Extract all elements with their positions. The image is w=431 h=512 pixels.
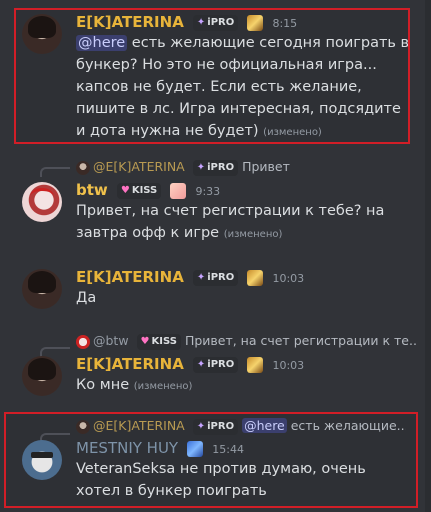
author-name[interactable]: E[K]ATERINA bbox=[76, 268, 184, 286]
timestamp: 9:33 bbox=[195, 185, 221, 198]
role-badge[interactable]: ♥ KISS bbox=[116, 182, 162, 199]
author-name[interactable]: MESTNIY HUY bbox=[76, 439, 178, 457]
edited-label: (изменено) bbox=[223, 229, 283, 240]
wand-icon: ✦ bbox=[196, 161, 206, 173]
wand-icon: ✦ bbox=[196, 16, 206, 28]
scrollbar[interactable] bbox=[425, 0, 431, 512]
author-name[interactable]: E[K]ATERINA bbox=[76, 13, 184, 31]
reply-preview[interactable]: @E[K]ATERINA ✦ iPRO Привет bbox=[76, 158, 416, 176]
reply-spine bbox=[40, 167, 70, 177]
avatar[interactable] bbox=[22, 356, 62, 396]
wand-icon: ✦ bbox=[196, 358, 206, 370]
avatar[interactable] bbox=[22, 14, 62, 54]
here-mention[interactable]: @here bbox=[242, 418, 287, 433]
message-text: VeteranSeksa не против думаю, очень хоте… bbox=[76, 461, 366, 499]
timestamp: 10:03 bbox=[272, 272, 305, 285]
avatar[interactable] bbox=[22, 440, 62, 480]
reply-avatar bbox=[76, 334, 90, 349]
avatar[interactable] bbox=[22, 269, 62, 309]
reply-role-badge: ♥ KISS bbox=[136, 333, 181, 350]
timestamp: 15:44 bbox=[212, 443, 244, 456]
author-name[interactable]: E[K]ATERINA bbox=[76, 355, 184, 373]
edited-label: (изменено) bbox=[263, 127, 322, 138]
cat-emoji-icon bbox=[247, 356, 264, 373]
cat-emoji-icon bbox=[247, 14, 264, 31]
cat-emoji-icon bbox=[247, 269, 264, 286]
badge-emoji-icon bbox=[187, 440, 204, 457]
heart-icon: ♥ bbox=[120, 184, 130, 196]
reply-avatar bbox=[76, 419, 90, 434]
kiss-emoji-icon bbox=[170, 182, 187, 199]
author-name[interactable]: btw bbox=[76, 181, 108, 199]
message-text: Да bbox=[76, 290, 97, 306]
wand-icon: ✦ bbox=[196, 271, 206, 283]
message-text: Ко мне (изменено) bbox=[76, 377, 193, 393]
reply-role-badge: ✦ iPRO bbox=[192, 418, 239, 435]
reply-avatar bbox=[76, 160, 90, 175]
here-mention[interactable]: @here bbox=[76, 35, 128, 51]
role-badge[interactable]: ✦ iPRO bbox=[192, 356, 239, 373]
reply-preview[interactable]: @E[K]ATERINA ✦ iPRO @here есть желающие..… bbox=[76, 417, 406, 435]
reply-preview[interactable]: @btw ♥ KISS Привет, на счет регистрации к… bbox=[76, 332, 416, 350]
heart-icon: ♥ bbox=[140, 335, 150, 347]
timestamp: 8:15 bbox=[272, 17, 298, 30]
reply-role-badge: ✦ iPRO bbox=[192, 159, 239, 176]
message-text: Привет, на счет регистрации к тебе? на з… bbox=[76, 203, 385, 241]
wand-icon: ✦ bbox=[196, 420, 206, 432]
edited-label: (изменено) bbox=[133, 381, 193, 392]
avatar[interactable] bbox=[22, 182, 62, 222]
role-badge[interactable]: ✦ iPRO bbox=[192, 269, 239, 286]
message-text: @here есть желающие сегодня поиграть в б… bbox=[76, 35, 410, 139]
role-badge[interactable]: ✦ iPRO bbox=[192, 14, 239, 31]
timestamp: 10:03 bbox=[272, 359, 305, 372]
